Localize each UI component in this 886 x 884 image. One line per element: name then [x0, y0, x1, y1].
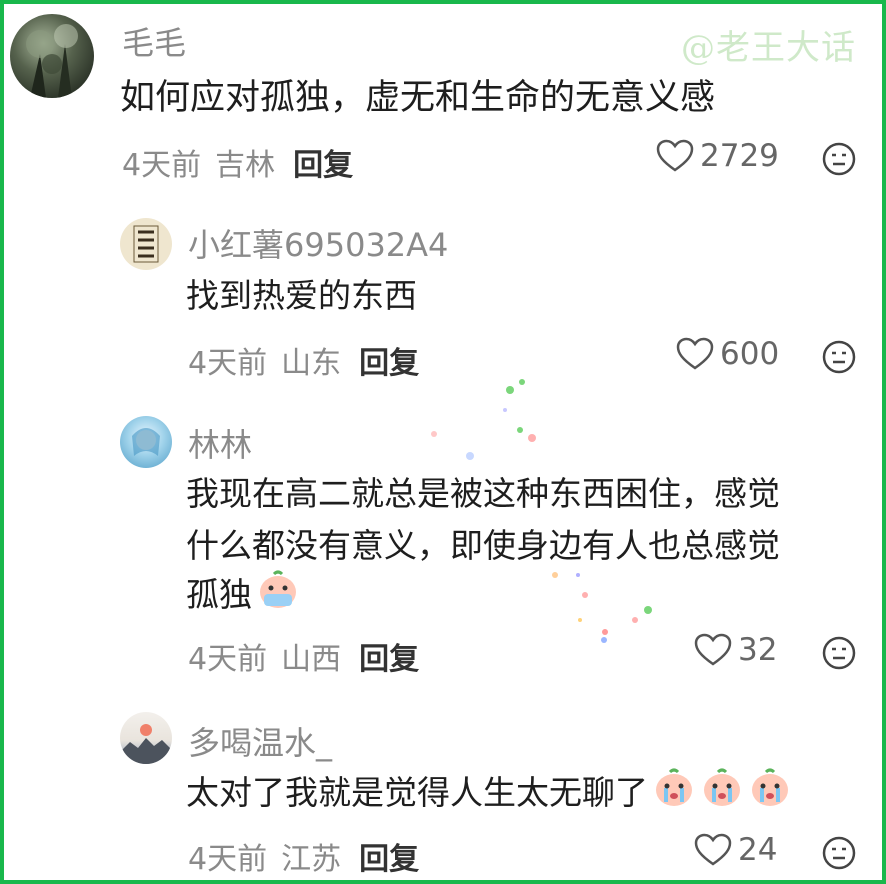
avatar[interactable]	[120, 218, 172, 270]
location: 吉林	[215, 148, 276, 183]
anime-avatar-icon	[132, 428, 160, 456]
avatar[interactable]	[120, 712, 172, 764]
tree-photo-icon	[26, 24, 78, 98]
comment-meta: 4天前 山西 回复	[188, 634, 419, 678]
crying-peach-emoji	[652, 766, 696, 823]
username[interactable]: 多喝温水_	[188, 718, 332, 764]
heart-icon	[656, 139, 694, 172]
crying-peach-emoji	[256, 568, 300, 625]
avatar[interactable]	[120, 416, 172, 468]
like-button[interactable]: 32	[694, 632, 777, 668]
like-count: 600	[720, 336, 780, 372]
watermark: @老王大话	[681, 28, 856, 68]
comment-text: 太对了我就是觉得人生太无聊了	[186, 766, 792, 823]
comment-meta: 4天前 江苏 回复	[188, 834, 419, 878]
reply-button[interactable]: 回复	[293, 148, 353, 183]
heart-icon	[676, 337, 714, 370]
like-count: 2729	[700, 138, 779, 174]
location: 山东	[281, 346, 342, 381]
comment-text-body: 太对了我就是觉得人生太无聊了	[186, 773, 648, 812]
calligraphy-avatar-icon	[133, 225, 159, 263]
comment-text-line-3-text: 孤独	[186, 575, 252, 614]
avatar[interactable]	[10, 14, 94, 98]
crying-peach-emoji	[700, 766, 744, 823]
username[interactable]: 毛毛	[122, 18, 186, 64]
reply-button[interactable]: 回复	[359, 842, 419, 877]
username[interactable]: 林林	[188, 420, 252, 466]
like-count: 32	[738, 632, 778, 668]
location: 江苏	[281, 842, 342, 877]
username[interactable]: 小红薯695032A4	[188, 220, 448, 266]
time: 4天前	[188, 346, 268, 381]
comment-text-line-1: 我现在高二就总是被这种东西困住，感觉	[186, 474, 780, 513]
comment-meta: 4天前 吉林 回复	[122, 140, 353, 184]
comment-text-line-3: 孤独	[186, 568, 300, 625]
comment-text-line-2: 什么都没有意义，即使身边有人也总感觉	[186, 526, 780, 565]
like-button[interactable]: 600	[676, 336, 779, 372]
like-button[interactable]: 2729	[656, 138, 779, 174]
time: 4天前	[188, 642, 268, 677]
time: 4天前	[188, 842, 268, 877]
comment-text: 如何应对孤独，虚无和生命的无意义感	[120, 78, 716, 118]
comment-meta: 4天前 山东 回复	[188, 338, 419, 382]
heart-icon	[694, 633, 732, 666]
dislike-face-icon[interactable]	[822, 836, 856, 874]
crying-peach-emoji	[748, 766, 792, 823]
dislike-face-icon[interactable]	[822, 636, 856, 674]
reply-button[interactable]: 回复	[359, 642, 419, 677]
like-button[interactable]: 24	[694, 832, 777, 868]
sunset-landscape-icon	[120, 724, 172, 764]
location: 山西	[281, 642, 342, 677]
time: 4天前	[122, 148, 202, 183]
like-count: 24	[738, 832, 778, 868]
comment-text: 找到热爱的东西	[186, 276, 417, 315]
dislike-face-icon[interactable]	[822, 142, 856, 180]
dislike-face-icon[interactable]	[822, 340, 856, 378]
heart-icon	[694, 833, 732, 866]
